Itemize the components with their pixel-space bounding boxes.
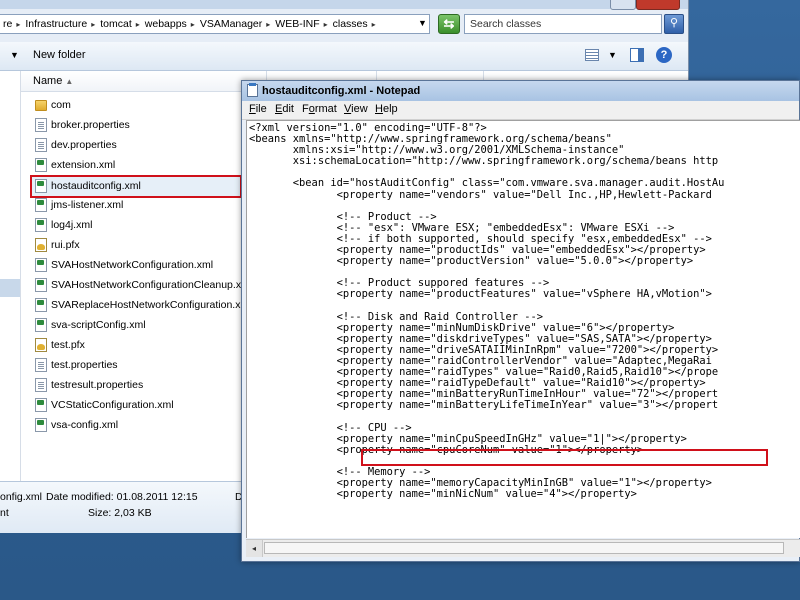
breadcrumb-item[interactable]: re xyxy=(0,18,14,30)
certificate-icon xyxy=(35,238,47,252)
file-item[interactable]: jms-listener.xml xyxy=(35,196,123,214)
file-item[interactable]: VCStaticConfiguration.xml xyxy=(35,396,174,414)
file-item[interactable]: SVAHostNetworkConfigurationCleanup.xml xyxy=(35,276,252,294)
details-file-name: onfig.xml xyxy=(0,491,43,503)
highlighted-line-annotation xyxy=(361,449,768,466)
refresh-button[interactable]: ⇆ xyxy=(438,14,460,34)
chevron-right-icon[interactable]: ▸ xyxy=(14,20,22,29)
file-item[interactable]: SVAReplaceHostNetworkConfiguration.xml xyxy=(35,296,252,314)
file-item[interactable]: log4j.xml xyxy=(35,216,92,234)
xml-file-icon xyxy=(35,418,47,432)
explorer-toolbar: ▼ New folder ▼ ? xyxy=(0,42,688,71)
breadcrumb-item[interactable]: WEB-INF xyxy=(272,18,321,30)
file-item[interactable]: broker.properties xyxy=(35,116,130,134)
breadcrumb-item[interactable]: VSAManager xyxy=(197,18,264,30)
address-bar[interactable]: re ▸ Infrastructure ▸ tomcat ▸ webapps ▸ VSA… xyxy=(0,14,430,34)
notepad-titlebar[interactable]: hostauditconfig.xml - Notepad xyxy=(242,81,799,101)
notepad-text-area[interactable]: <?xml version="1.0" encoding="UTF-8"?> <… xyxy=(246,120,800,538)
details-file-size: Size: 2,03 KB xyxy=(88,507,152,519)
refresh-icon: ⇆ xyxy=(443,16,455,31)
document-icon xyxy=(35,358,47,372)
explorer-titlebar xyxy=(0,0,688,9)
search-input[interactable]: Search classes xyxy=(464,14,662,34)
menu-file[interactable]: File xyxy=(249,103,267,115)
organize-dropdown-icon[interactable]: ▼ xyxy=(10,50,19,60)
horizontal-scrollbar[interactable]: ◂ xyxy=(246,539,800,557)
scrollbar-thumb[interactable] xyxy=(264,542,784,554)
xml-file-icon xyxy=(35,258,47,272)
file-item[interactable]: testresult.properties xyxy=(35,376,143,394)
xml-file-icon xyxy=(35,158,47,172)
preview-pane-icon[interactable] xyxy=(630,48,644,62)
file-item[interactable]: SVAHostNetworkConfiguration.xml xyxy=(35,256,213,274)
navigation-pane[interactable] xyxy=(0,71,21,481)
notepad-menubar: File Edit Format View Help xyxy=(242,101,799,120)
notepad-window: hostauditconfig.xml - Notepad File Edit … xyxy=(241,80,800,562)
menu-edit[interactable]: Edit xyxy=(275,103,294,115)
xml-file-icon xyxy=(35,218,47,232)
search-icon[interactable]: ⚲ xyxy=(664,14,684,34)
document-icon xyxy=(35,118,47,132)
address-dropdown-icon[interactable]: ▼ xyxy=(418,18,427,28)
column-header-name[interactable]: Name ▲ xyxy=(33,75,73,87)
file-item[interactable]: test.pfx xyxy=(35,336,85,354)
xml-file-icon xyxy=(35,298,47,312)
address-row: re ▸ Infrastructure ▸ tomcat ▸ webapps ▸ VSA… xyxy=(0,12,688,38)
scroll-left-arrow-icon[interactable]: ◂ xyxy=(246,540,263,557)
menu-help[interactable]: Help xyxy=(375,103,398,115)
breadcrumb-item[interactable]: webapps xyxy=(142,18,189,30)
file-item-selected[interactable]: hostauditconfig.xml xyxy=(35,177,141,195)
folder-icon xyxy=(35,99,47,111)
chevron-right-icon[interactable]: ▸ xyxy=(189,20,197,29)
minimize-button[interactable] xyxy=(610,0,636,10)
breadcrumb-item[interactable]: tomcat xyxy=(97,18,134,30)
menu-view[interactable]: View xyxy=(344,103,368,115)
notepad-icon xyxy=(247,83,258,97)
file-item[interactable]: rui.pfx xyxy=(35,236,80,254)
file-item[interactable]: vsa-config.xml xyxy=(35,416,118,434)
close-button[interactable] xyxy=(636,0,680,10)
navigation-selected-item[interactable] xyxy=(0,279,20,297)
chevron-right-icon[interactable]: ▸ xyxy=(370,20,378,29)
file-item[interactable]: test.properties xyxy=(35,356,118,374)
xml-file-icon xyxy=(35,318,47,332)
breadcrumb-item[interactable]: Infrastructure xyxy=(22,18,89,30)
chevron-right-icon[interactable]: ▸ xyxy=(264,20,272,29)
sort-ascending-icon: ▲ xyxy=(65,77,74,86)
xml-file-icon xyxy=(35,198,47,212)
xml-file-icon xyxy=(35,278,47,292)
new-folder-button[interactable]: New folder xyxy=(33,49,86,61)
notepad-window-title: hostauditconfig.xml - Notepad xyxy=(262,85,421,97)
certificate-icon xyxy=(35,338,47,352)
help-icon[interactable]: ? xyxy=(656,47,672,63)
view-options-dropdown-icon[interactable]: ▼ xyxy=(608,50,617,60)
notepad-text-content[interactable]: <?xml version="1.0" encoding="UTF-8"?> <… xyxy=(249,122,724,500)
file-item[interactable]: dev.properties xyxy=(35,136,117,154)
chevron-right-icon[interactable]: ▸ xyxy=(89,20,97,29)
document-icon xyxy=(35,378,47,392)
xml-file-icon xyxy=(35,179,47,193)
file-item[interactable]: com xyxy=(35,96,71,114)
chevron-right-icon[interactable]: ▸ xyxy=(322,20,330,29)
change-view-icon[interactable] xyxy=(585,49,599,61)
chevron-right-icon[interactable]: ▸ xyxy=(134,20,142,29)
details-date-modified: Date modified: 01.08.2011 12:15 xyxy=(46,491,198,503)
xml-file-icon xyxy=(35,398,47,412)
document-icon xyxy=(35,138,47,152)
file-item[interactable]: sva-scriptConfig.xml xyxy=(35,316,146,334)
menu-format[interactable]: Format xyxy=(302,103,337,115)
details-file-type: nt xyxy=(0,507,9,519)
breadcrumb-item[interactable]: classes xyxy=(330,18,370,30)
file-item[interactable]: extension.xml xyxy=(35,156,115,174)
